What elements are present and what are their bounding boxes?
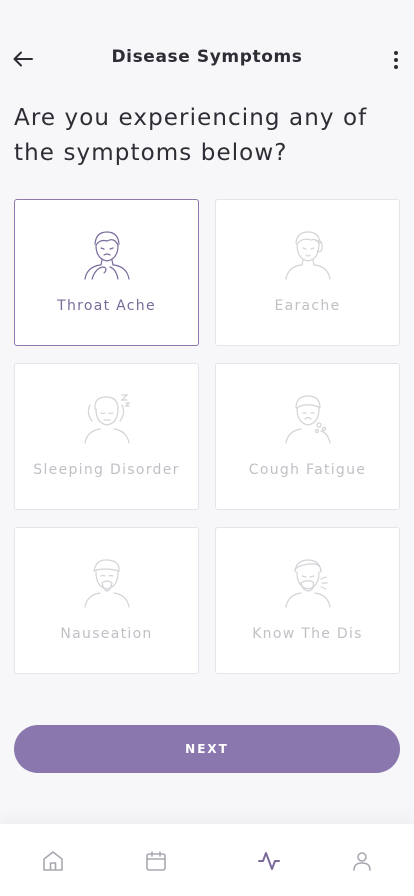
question-heading: Are you experiencing any of the symptoms…: [14, 105, 368, 166]
throat-ache-icon: [80, 227, 134, 281]
symptom-card-know-the-dis[interactable]: Know The Dis: [215, 527, 400, 674]
tab-home[interactable]: [40, 848, 66, 874]
know-the-dis-icon: [281, 555, 335, 609]
symptom-label: Throat Ache: [57, 298, 156, 314]
symptom-label: Know The Dis: [252, 626, 363, 642]
more-vertical-icon: [394, 51, 398, 69]
app-header: Disease Symptoms: [0, 0, 414, 116]
next-button[interactable]: NEXT: [14, 725, 400, 773]
page-title: Disease Symptoms: [111, 47, 303, 67]
symptom-label: Sleeping Disorder: [33, 462, 180, 478]
symptom-grid: Throat Ache Earache Sleeping Disorder Co…: [14, 199, 400, 674]
symptom-card-earache[interactable]: Earache: [215, 199, 400, 346]
cough-fatigue-icon: [281, 391, 335, 445]
nauseation-icon: [80, 555, 134, 609]
earache-icon: [281, 227, 335, 281]
symptom-card-cough-fatigue[interactable]: Cough Fatigue: [215, 363, 400, 510]
more-options-button[interactable]: [384, 45, 408, 75]
symptom-card-throat-ache[interactable]: Throat Ache: [14, 199, 199, 346]
symptom-label: Cough Fatigue: [248, 462, 367, 478]
symptom-card-sleeping-disorder[interactable]: Sleeping Disorder: [14, 363, 199, 510]
bottom-tab-bar: [0, 824, 414, 896]
activity-icon: [258, 852, 280, 870]
tab-activity[interactable]: [256, 848, 282, 874]
profile-icon: [353, 852, 371, 871]
symptom-card-nauseation[interactable]: Nauseation: [14, 527, 199, 674]
home-icon: [43, 851, 63, 871]
calendar-icon: [146, 851, 166, 871]
symptom-label: Nauseation: [60, 626, 153, 642]
sleeping-disorder-icon: [80, 391, 134, 445]
symptom-label: Earache: [274, 298, 341, 314]
tab-calendar[interactable]: [143, 848, 169, 874]
tab-profile[interactable]: [349, 848, 375, 874]
